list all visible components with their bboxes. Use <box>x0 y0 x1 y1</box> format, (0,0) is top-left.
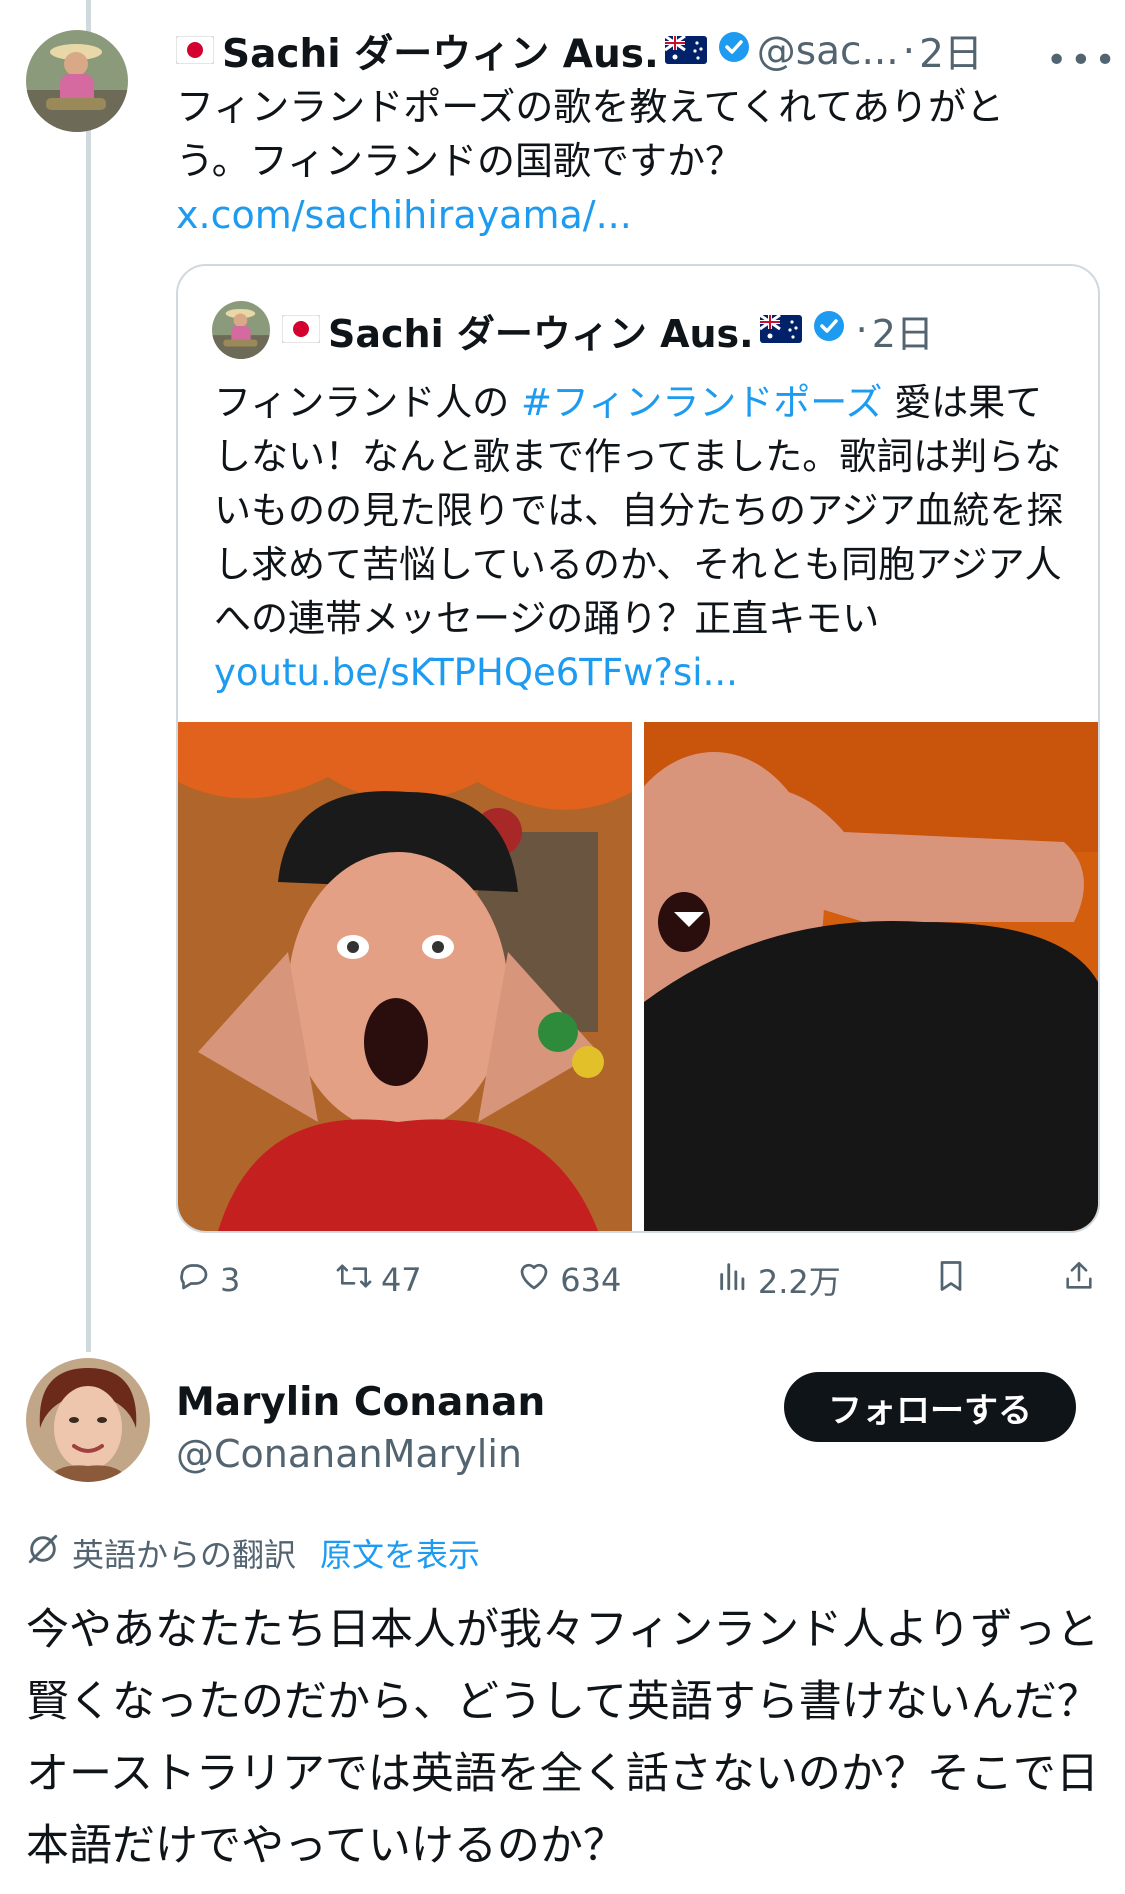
reply-icon <box>176 1258 212 1302</box>
quoted-tweet-header: Sachi ダーウィン Aus. · 2日 <box>212 300 934 360</box>
reply-button[interactable]: 3 <box>176 1258 240 1302</box>
separator-dot: · <box>855 308 868 352</box>
share-icon <box>1062 1258 1096 1302</box>
australia-flag-icon <box>758 308 802 352</box>
tweet-time[interactable]: 2日 <box>919 23 983 79</box>
like-button[interactable]: 634 <box>516 1258 621 1302</box>
media-image-left[interactable] <box>178 722 632 1231</box>
translation-note: 英語からの翻訳 <box>72 1536 297 1574</box>
bookmark-button[interactable] <box>935 1258 967 1302</box>
author-avatar[interactable] <box>26 30 128 132</box>
tweet-header: Sachi ダーウィン Aus. @sac... · 2日 <box>175 23 983 79</box>
media-divider <box>632 722 644 1231</box>
verified-badge-icon <box>812 308 846 352</box>
tweet-text: フィンランドポーズの歌を教えてくれてありがとう。フィンランドの国歌ですか？ x.c… <box>176 80 1066 242</box>
reply-author-avatar[interactable] <box>26 1358 150 1482</box>
follow-button[interactable]: フォローする <box>784 1372 1076 1442</box>
reply-author-handle[interactable]: @ConananMarylin <box>176 1432 522 1476</box>
author-name[interactable]: Sachi ダーウィン Aus. <box>222 23 659 79</box>
like-count: 634 <box>560 1261 622 1299</box>
quoted-text-part1: フィンランド人の <box>214 381 522 424</box>
views-chart-icon <box>716 1258 750 1302</box>
hashtag-link[interactable]: #フィンランドポーズ <box>521 381 882 424</box>
tweet-link[interactable]: x.com/sachihirayama/... <box>176 193 632 237</box>
japan-flag-icon <box>281 308 321 352</box>
retweet-count: 47 <box>380 1261 422 1299</box>
share-button[interactable] <box>1062 1258 1096 1302</box>
tweet-action-bar: 3 47 634 2.2万 <box>176 1252 1096 1308</box>
views-button[interactable]: 2.2万 <box>716 1257 841 1303</box>
japan-flag-icon <box>175 29 215 74</box>
youtube-link[interactable]: youtu.be/sKTPHQe6TFw?si... <box>214 651 738 694</box>
quoted-author-avatar <box>212 301 270 359</box>
author-handle[interactable]: @sac... <box>757 29 899 74</box>
translation-row: 英語からの翻訳 原文を表示 <box>26 1530 480 1576</box>
thread-connector-line <box>86 0 91 1352</box>
separator-dot: · <box>902 28 916 74</box>
show-original-link[interactable]: 原文を表示 <box>320 1530 480 1576</box>
quoted-tweet-time: 2日 <box>871 311 934 356</box>
tweet-body: フィンランドポーズの歌を教えてくれてありがとう。フィンランドの国歌ですか？ <box>176 85 1005 183</box>
media-grid <box>178 722 1098 1231</box>
quoted-tweet-card[interactable]: Sachi ダーウィン Aus. · 2日 フィンランド人の #フィンランドポー… <box>176 264 1100 1233</box>
reply-count: 3 <box>220 1261 241 1299</box>
bookmark-icon <box>935 1258 967 1302</box>
quoted-author-name: Sachi ダーウィン Aus. <box>328 311 754 356</box>
heart-icon <box>516 1258 552 1302</box>
reply-text: 今やあなたたち日本人が我々フィンランド人よりずっと賢くなったのだから、どうして英… <box>26 1605 1100 1871</box>
retweet-button[interactable]: 47 <box>335 1258 422 1302</box>
retweet-icon <box>335 1258 373 1302</box>
australia-flag-icon <box>663 29 707 74</box>
verified-badge-icon <box>717 29 751 74</box>
more-options-icon[interactable]: ••• <box>1046 40 1119 81</box>
translate-icon <box>26 1532 60 1574</box>
reply-author-name[interactable]: Marylin Conanan <box>176 1380 545 1425</box>
media-image-right[interactable] <box>604 722 1098 1231</box>
quoted-tweet-text: フィンランド人の #フィンランドポーズ 愛は果てしない！なんと歌まで作ってました… <box>214 376 1074 700</box>
view-count: 2.2万 <box>757 1263 841 1301</box>
